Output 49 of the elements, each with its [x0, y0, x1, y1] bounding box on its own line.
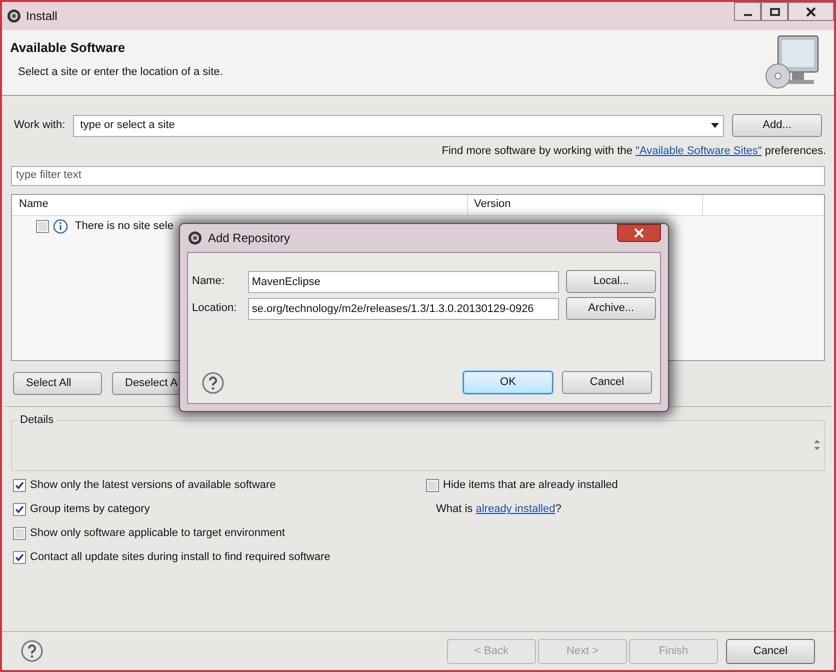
help-icon[interactable]	[202, 372, 224, 394]
option-label: Hide items that are already installed	[443, 478, 618, 494]
field-label: Location:	[192, 301, 238, 316]
dialog-button[interactable]: OK	[463, 371, 553, 394]
available-sites-link[interactable]: "Available Software Sites"	[636, 145, 762, 157]
dialog-button[interactable]: Cancel	[562, 371, 652, 394]
dialog-app-icon	[187, 230, 203, 246]
maximize-button[interactable]	[761, 2, 788, 21]
add-button[interactable]: Add...	[732, 114, 822, 137]
checkbox[interactable]	[426, 479, 439, 492]
app-icon	[6, 8, 22, 24]
close-icon	[806, 6, 816, 16]
repository-field[interactable]: MavenEclipse	[248, 270, 560, 292]
browse-button[interactable]: Archive...	[566, 297, 656, 320]
already-installed-link[interactable]: already installed	[476, 503, 556, 516]
window-title: Install	[26, 8, 58, 25]
dropdown-arrow-icon	[711, 123, 719, 128]
option-label: Show only software applicable to target environment	[30, 526, 285, 542]
column-header[interactable]: Version	[468, 194, 703, 214]
option-label: Group items by category	[30, 502, 150, 518]
option-label: Show only the latest versions of available software	[30, 478, 276, 494]
wizard-button[interactable]: Cancel	[726, 638, 815, 664]
checkbox[interactable]	[36, 220, 49, 233]
page-subtitle: Select a site or enter the location of a site.	[18, 64, 223, 80]
help-icon[interactable]	[21, 640, 43, 662]
option-label: Contact all update sites during install to find required software	[30, 550, 330, 566]
info-icon	[53, 219, 68, 234]
filter-field[interactable]: type filter text	[11, 166, 825, 186]
checkbox[interactable]	[13, 551, 26, 564]
field-label: Name:	[192, 274, 226, 290]
find-more-text: Find more software by working with the "Available Software Sites" preferences.	[442, 144, 826, 159]
repository-field[interactable]: se.org/technology/m2e/releases/1.3/1.3.0.20130129-0926	[248, 298, 560, 320]
close-button[interactable]	[788, 2, 834, 21]
scroll-arrows-icon[interactable]	[814, 438, 820, 450]
column-header[interactable]: Name	[12, 194, 468, 214]
checkbox[interactable]	[13, 527, 26, 540]
installed-note: What is already installed?	[436, 502, 562, 518]
table-cell-text: There is no site sele	[75, 219, 174, 234]
close-icon	[634, 228, 644, 238]
page-title: Available Software	[10, 39, 126, 57]
browse-button[interactable]: Local...	[566, 270, 656, 293]
table-action-button[interactable]: Select All	[13, 372, 102, 394]
work-with-label: Work with:	[14, 118, 66, 134]
dialog-close-button[interactable]	[617, 224, 661, 242]
checkbox[interactable]	[13, 479, 26, 492]
checkbox[interactable]	[13, 503, 26, 516]
site-combo[interactable]: type or select a site	[73, 114, 724, 136]
dialog-title: Add Repository	[208, 230, 290, 247]
minimize-button[interactable]	[734, 2, 761, 21]
